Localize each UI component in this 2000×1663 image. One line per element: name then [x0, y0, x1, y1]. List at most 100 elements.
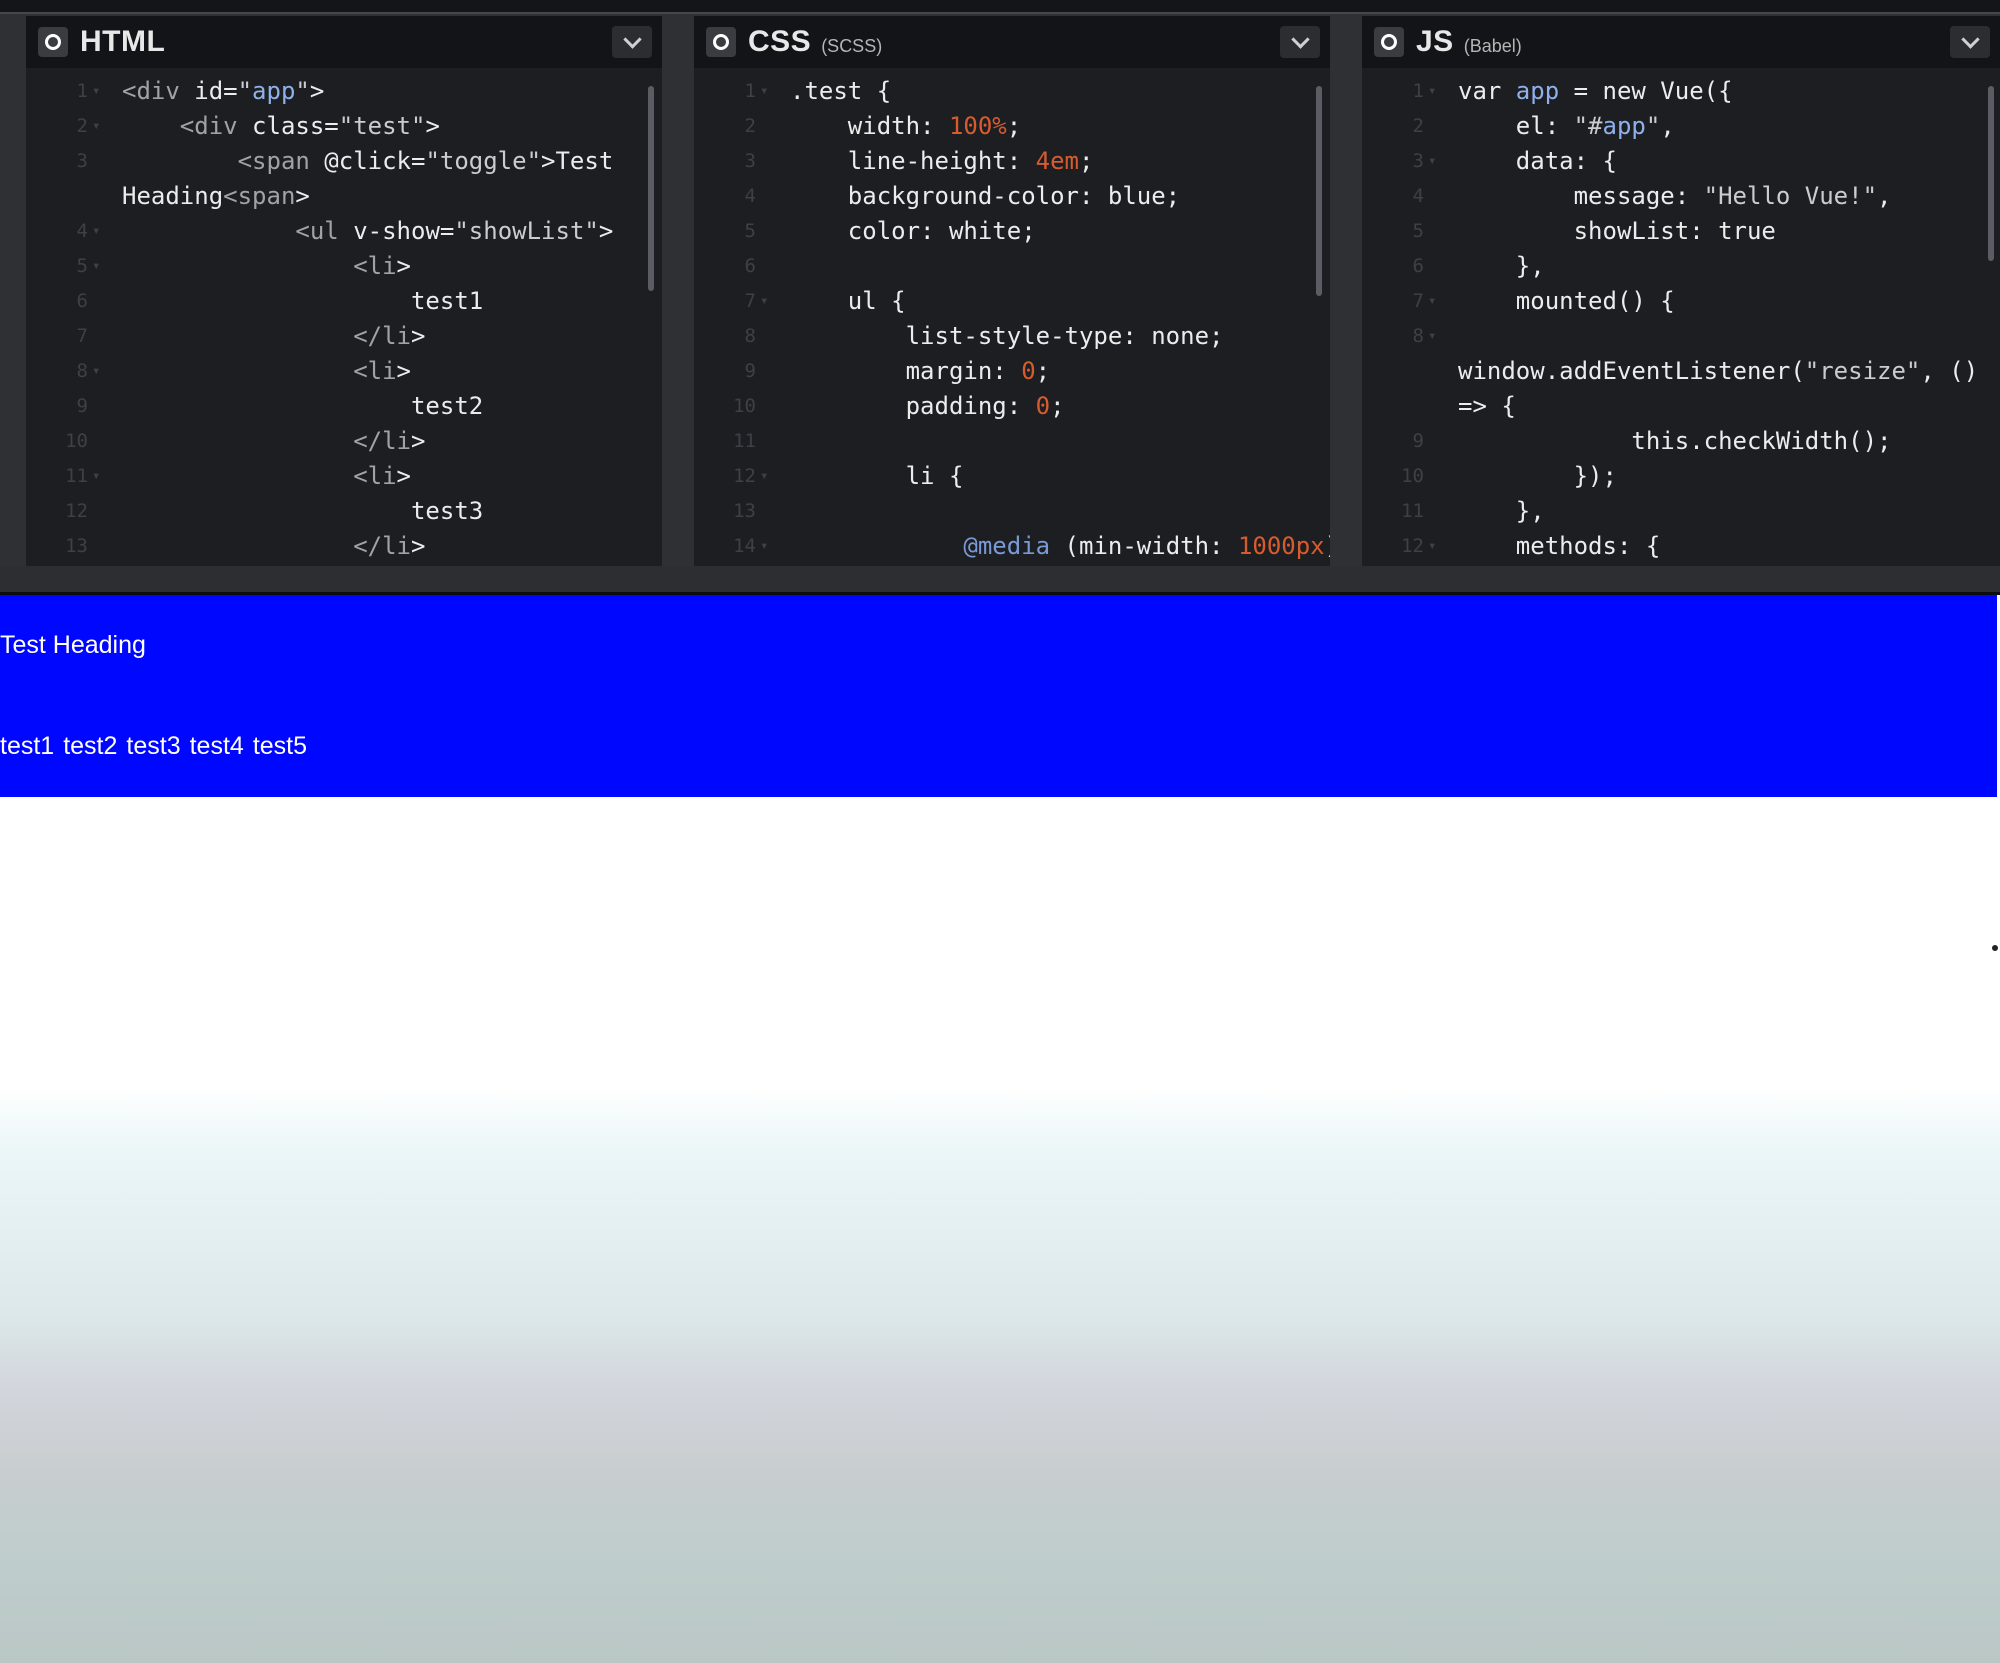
fold-arrow-icon[interactable]: ▾: [760, 74, 768, 109]
code-line[interactable]: 4 ▾ <ul v-show="showList">: [26, 214, 662, 249]
code-line[interactable]: 8 ▾ <li>: [26, 354, 662, 389]
test-list: test1 test2 test3 test4 test5: [0, 732, 307, 761]
gear-icon[interactable]: [706, 27, 736, 57]
code-line[interactable]: Heading<span>: [26, 179, 662, 214]
code-line[interactable]: 9 this.checkWidth();: [1362, 424, 2000, 459]
chevron-down-icon[interactable]: [1280, 26, 1320, 58]
code-line[interactable]: 7 ▾ ul {: [694, 284, 1330, 319]
code-line[interactable]: 11 },: [1362, 494, 2000, 529]
css-panel-header: CSS (SCSS): [694, 16, 1330, 68]
code-line[interactable]: 11: [694, 424, 1330, 459]
code-line[interactable]: => {: [1362, 389, 2000, 424]
code-line[interactable]: 3 <span @click="toggle">Test: [26, 144, 662, 179]
code-line[interactable]: 5 ▾ <li>: [26, 249, 662, 284]
line-number: 6: [76, 290, 88, 312]
fold-arrow-icon[interactable]: ▾: [760, 459, 768, 494]
line-number: 4: [744, 185, 756, 207]
fold-arrow-icon[interactable]: ▾: [92, 109, 100, 144]
fold-arrow-icon[interactable]: ▾: [1428, 74, 1436, 109]
fold-arrow-icon[interactable]: ▾: [760, 284, 768, 319]
code-text: mounted() {: [1458, 287, 1675, 315]
code-line[interactable]: 7 ▾ mounted() {: [1362, 284, 2000, 319]
editor-resize-bar[interactable]: [0, 566, 2000, 595]
line-number: 4: [76, 220, 88, 242]
fold-arrow-icon[interactable]: ▾: [92, 74, 100, 109]
code-text: color: white;: [790, 217, 1036, 245]
code-line[interactable]: 8 list-style-type: none;: [694, 319, 1330, 354]
fold-arrow-icon[interactable]: ▾: [92, 354, 100, 389]
code-text: <li>: [353, 462, 411, 490]
code-line[interactable]: 7 </li>: [26, 319, 662, 354]
code-line[interactable]: 9 test2: [26, 389, 662, 424]
fold-arrow-icon[interactable]: ▾: [92, 214, 100, 249]
code-line[interactable]: 10 padding: 0;: [694, 389, 1330, 424]
chevron-down-icon[interactable]: [612, 26, 652, 58]
code-line[interactable]: 8 ▾: [1362, 319, 2000, 354]
code-text: padding: 0;: [790, 392, 1065, 420]
code-text: });: [1458, 462, 1617, 490]
code-line[interactable]: 1 ▾ <div id="app">: [26, 74, 662, 109]
code-text: showList: true: [1458, 217, 1776, 245]
code-line[interactable]: 6 },: [1362, 249, 2000, 284]
code-text: test3: [122, 497, 484, 525]
line-number: 12: [1401, 535, 1424, 557]
fold-arrow-icon[interactable]: ▾: [1428, 319, 1436, 354]
code-line[interactable]: 2 el: "#app",: [1362, 109, 2000, 144]
code-line[interactable]: 2 ▾ <div class="test">: [26, 109, 662, 144]
code-line[interactable]: 1 ▾ .test {: [694, 74, 1330, 109]
code-line[interactable]: 12 ▾ li {: [694, 459, 1330, 494]
code-line[interactable]: 11 ▾ <li>: [26, 459, 662, 494]
code-line[interactable]: 12 ▾ methods: {: [1362, 529, 2000, 564]
code-line[interactable]: 12 test3: [26, 494, 662, 529]
fold-arrow-icon[interactable]: ▾: [760, 529, 768, 564]
code-line[interactable]: 4 background-color: blue;: [694, 179, 1330, 214]
code-line[interactable]: 1 ▾ var app = new Vue({: [1362, 74, 2000, 109]
code-line[interactable]: 2 width: 100%;: [694, 109, 1330, 144]
line-number: 4: [1412, 185, 1424, 207]
css-scrollbar[interactable]: [1316, 86, 1322, 296]
code-text: <span @click="toggle">Test: [237, 147, 614, 175]
code-line[interactable]: 13 </li>: [26, 529, 662, 564]
fold-arrow-icon[interactable]: ▾: [1428, 284, 1436, 319]
fold-arrow-icon[interactable]: ▾: [1428, 529, 1436, 564]
code-line[interactable]: 5 showList: true: [1362, 214, 2000, 249]
fold-arrow-icon[interactable]: ▾: [1428, 144, 1436, 179]
code-line[interactable]: 3 ▾ data: {: [1362, 144, 2000, 179]
line-number: 7: [76, 325, 88, 347]
mouse-cursor: [1992, 945, 1998, 951]
line-number: 2: [1412, 115, 1424, 137]
code-line[interactable]: 9 margin: 0;: [694, 354, 1330, 389]
code-line[interactable]: 10 });: [1362, 459, 2000, 494]
css-code-area[interactable]: 1 ▾ .test {2 width: 100%; 3 line-height: 4e…: [694, 68, 1330, 566]
html-code-area[interactable]: 1 ▾ <div id="app"> 2 ▾ <div class="test"> 3 <…: [26, 68, 662, 566]
code-line[interactable]: 4 message: "Hello Vue!",: [1362, 179, 2000, 214]
js-panel-header: JS (Babel): [1362, 16, 2000, 68]
code-line[interactable]: 14▾ @media (min-width: 1000px): [694, 529, 1330, 564]
fold-arrow-icon[interactable]: ▾: [92, 249, 100, 284]
code-line[interactable]: 5 color: white;: [694, 214, 1330, 249]
code-line[interactable]: 3 line-height: 4em;: [694, 144, 1330, 179]
js-editor-panel: JS (Babel) 1 ▾ var app = new Vue({2 el: "#…: [1362, 16, 2000, 566]
test-heading[interactable]: Test Heading: [0, 631, 146, 660]
code-text: </li>: [353, 322, 426, 350]
js-scrollbar[interactable]: [1988, 86, 1994, 261]
code-line[interactable]: 13: [694, 494, 1330, 529]
css-editor-panel: CSS (SCSS) 1 ▾ .test {2 width: 100%; 3 line…: [694, 16, 1330, 566]
line-number: 2: [76, 115, 88, 137]
gear-icon[interactable]: [38, 27, 68, 57]
gear-icon[interactable]: [1374, 27, 1404, 57]
line-number: 6: [744, 255, 756, 277]
js-code-area[interactable]: 1 ▾ var app = new Vue({2 el: "#app", 3 ▾ dat…: [1362, 68, 2000, 566]
chevron-down-icon[interactable]: [1950, 26, 1990, 58]
line-number: 1: [76, 80, 88, 102]
code-line[interactable]: 6 test1: [26, 284, 662, 319]
code-text: @media (min-width: 1000px): [963, 532, 1330, 560]
panel-title: JS: [1416, 25, 1454, 58]
html-scrollbar[interactable]: [648, 86, 654, 291]
line-number: 5: [744, 220, 756, 242]
code-line[interactable]: 6: [694, 249, 1330, 284]
code-line[interactable]: 10 </li>: [26, 424, 662, 459]
fold-arrow-icon[interactable]: ▾: [92, 459, 100, 494]
code-line[interactable]: window.addEventListener("resize", (): [1362, 354, 2000, 389]
code-text: var app = new Vue({: [1458, 77, 1733, 105]
